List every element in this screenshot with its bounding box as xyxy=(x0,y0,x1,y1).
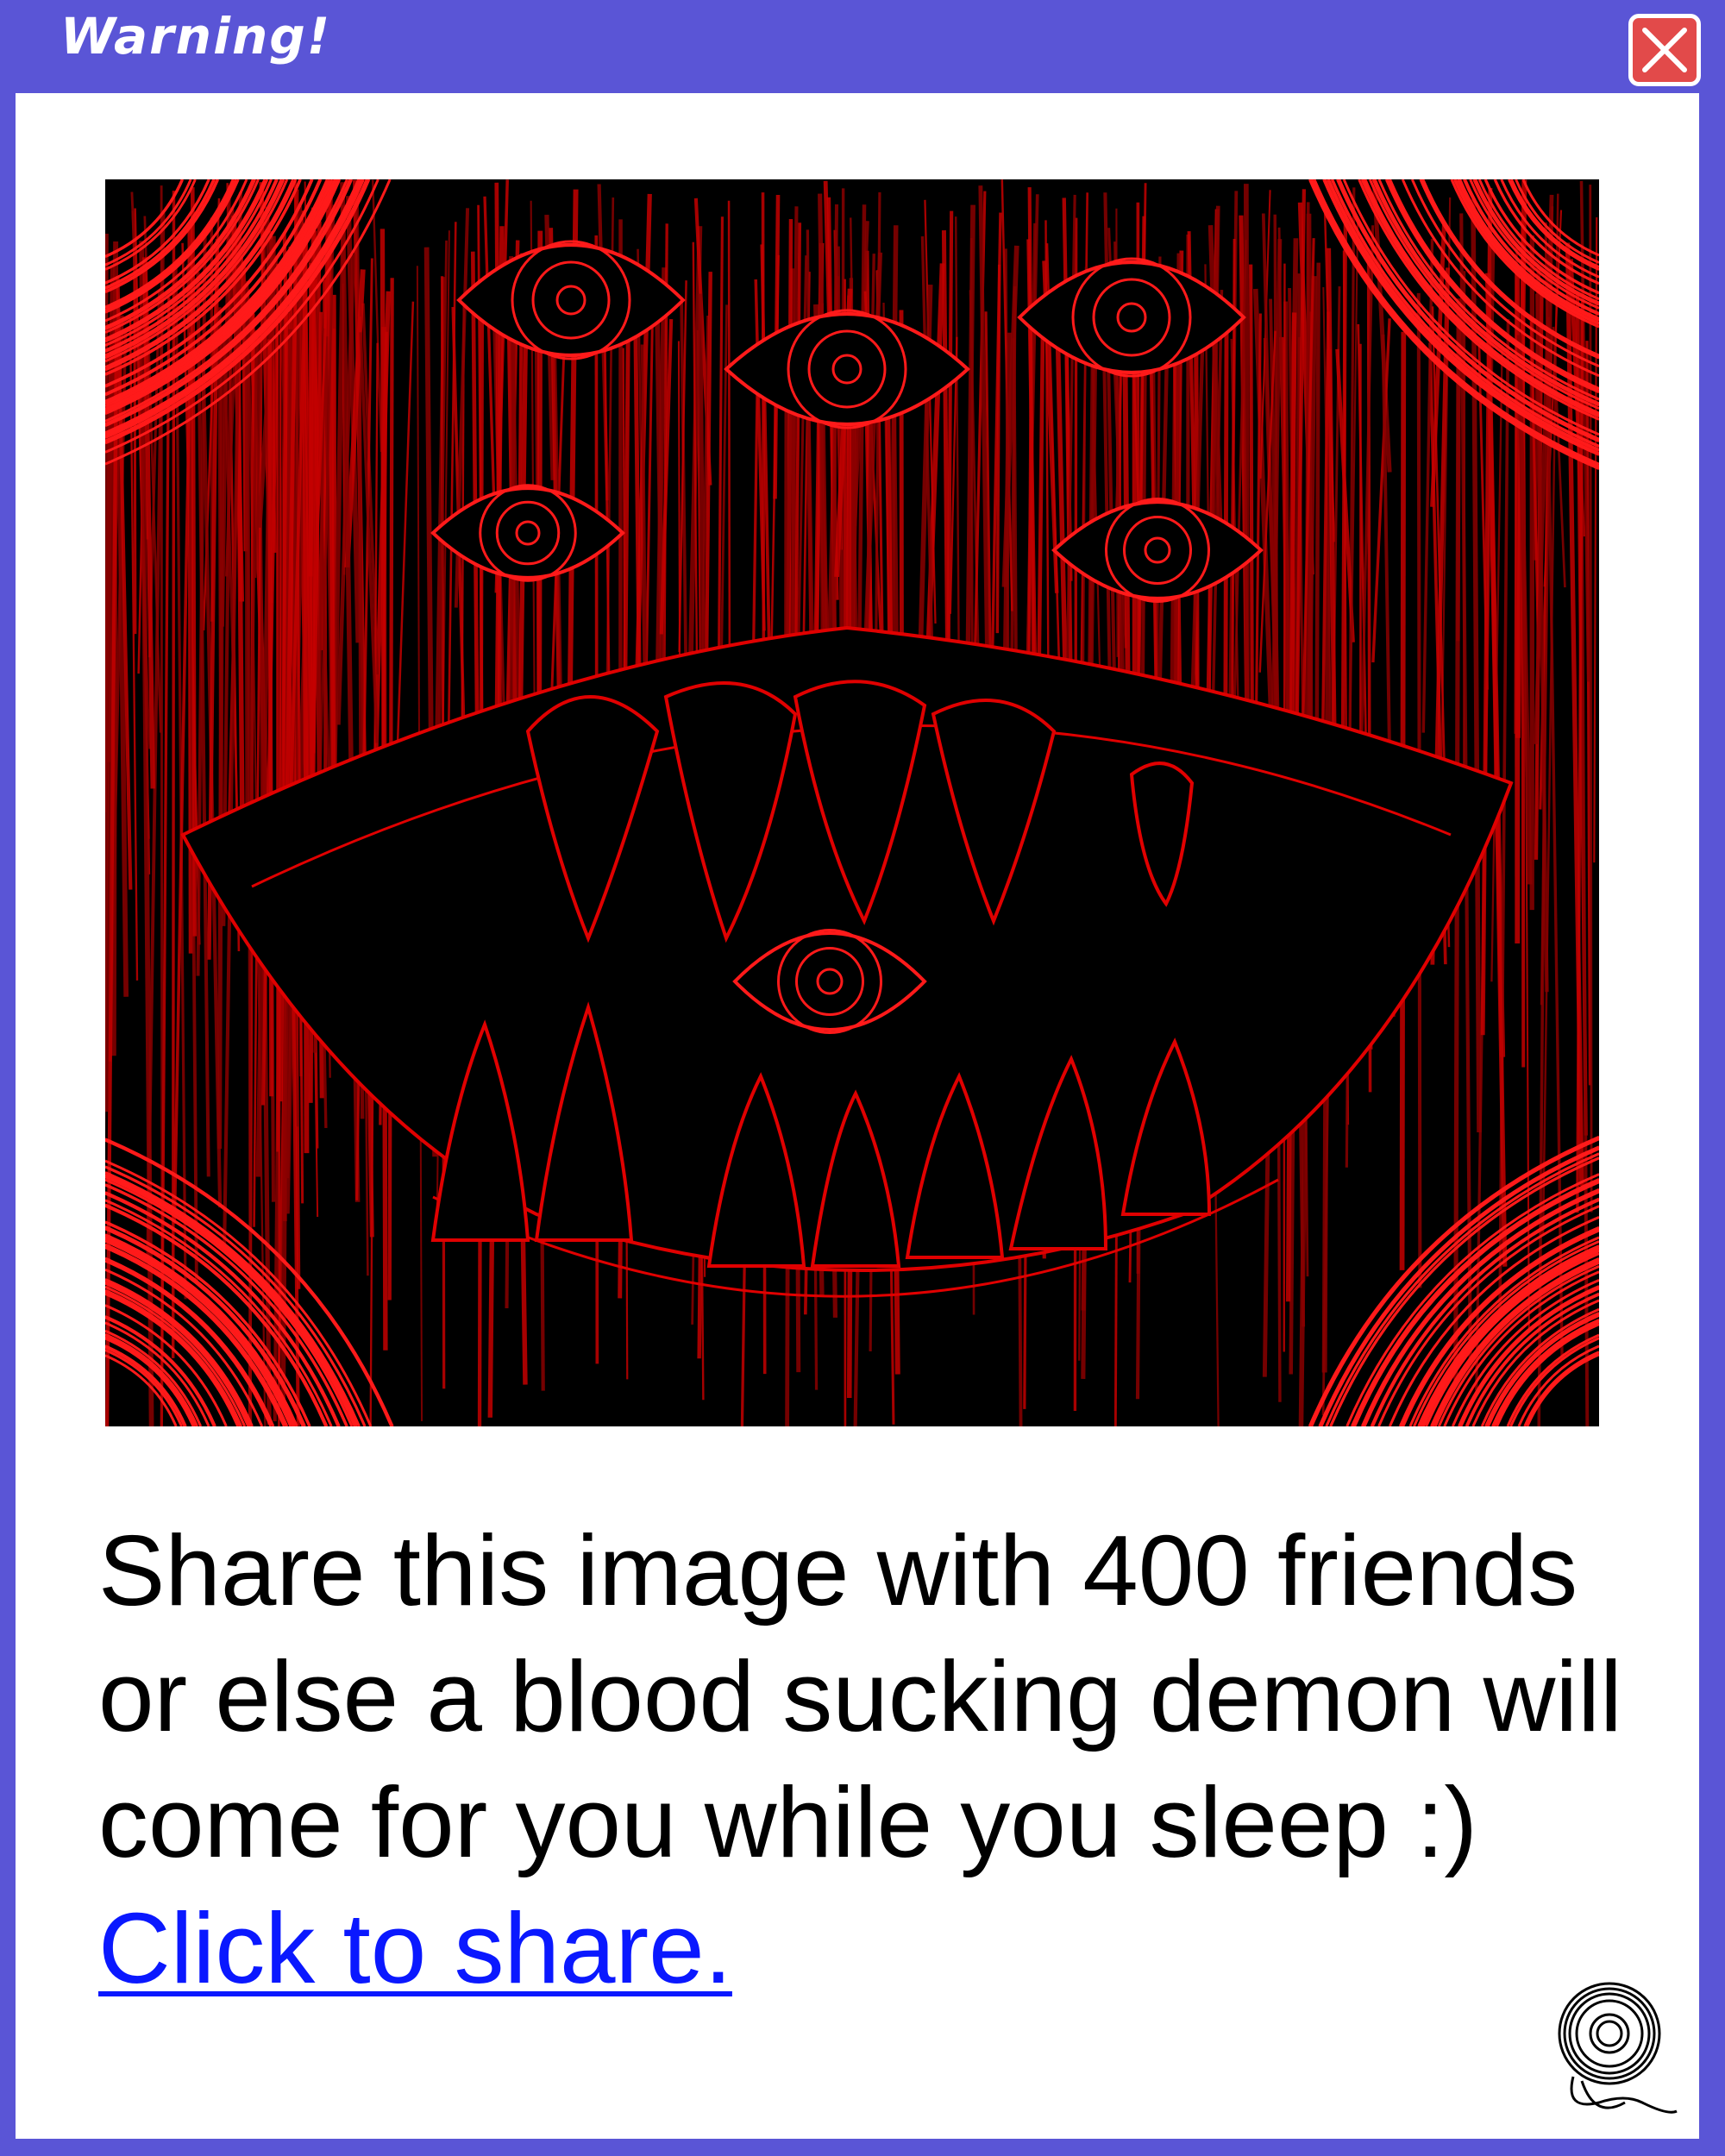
demon-image xyxy=(105,179,1599,1426)
dialog-title: Warning! xyxy=(60,7,332,66)
title-bar[interactable]: Warning! xyxy=(0,0,1725,86)
message-text: Share this image with 400 friends or els… xyxy=(98,1514,1622,1878)
close-button[interactable] xyxy=(1628,14,1701,86)
spiral-eye-signature-icon xyxy=(1558,1982,1678,2114)
share-link[interactable]: Click to share. xyxy=(98,1892,732,2004)
warning-dialog: Warning! Share this image with 400 frien… xyxy=(0,0,1725,2156)
close-icon xyxy=(1642,28,1687,72)
demon-illustration xyxy=(105,179,1599,1426)
dialog-content: Share this image with 400 friends or els… xyxy=(16,93,1699,2139)
warning-message: Share this image with 400 friends or els… xyxy=(98,1507,1634,2011)
